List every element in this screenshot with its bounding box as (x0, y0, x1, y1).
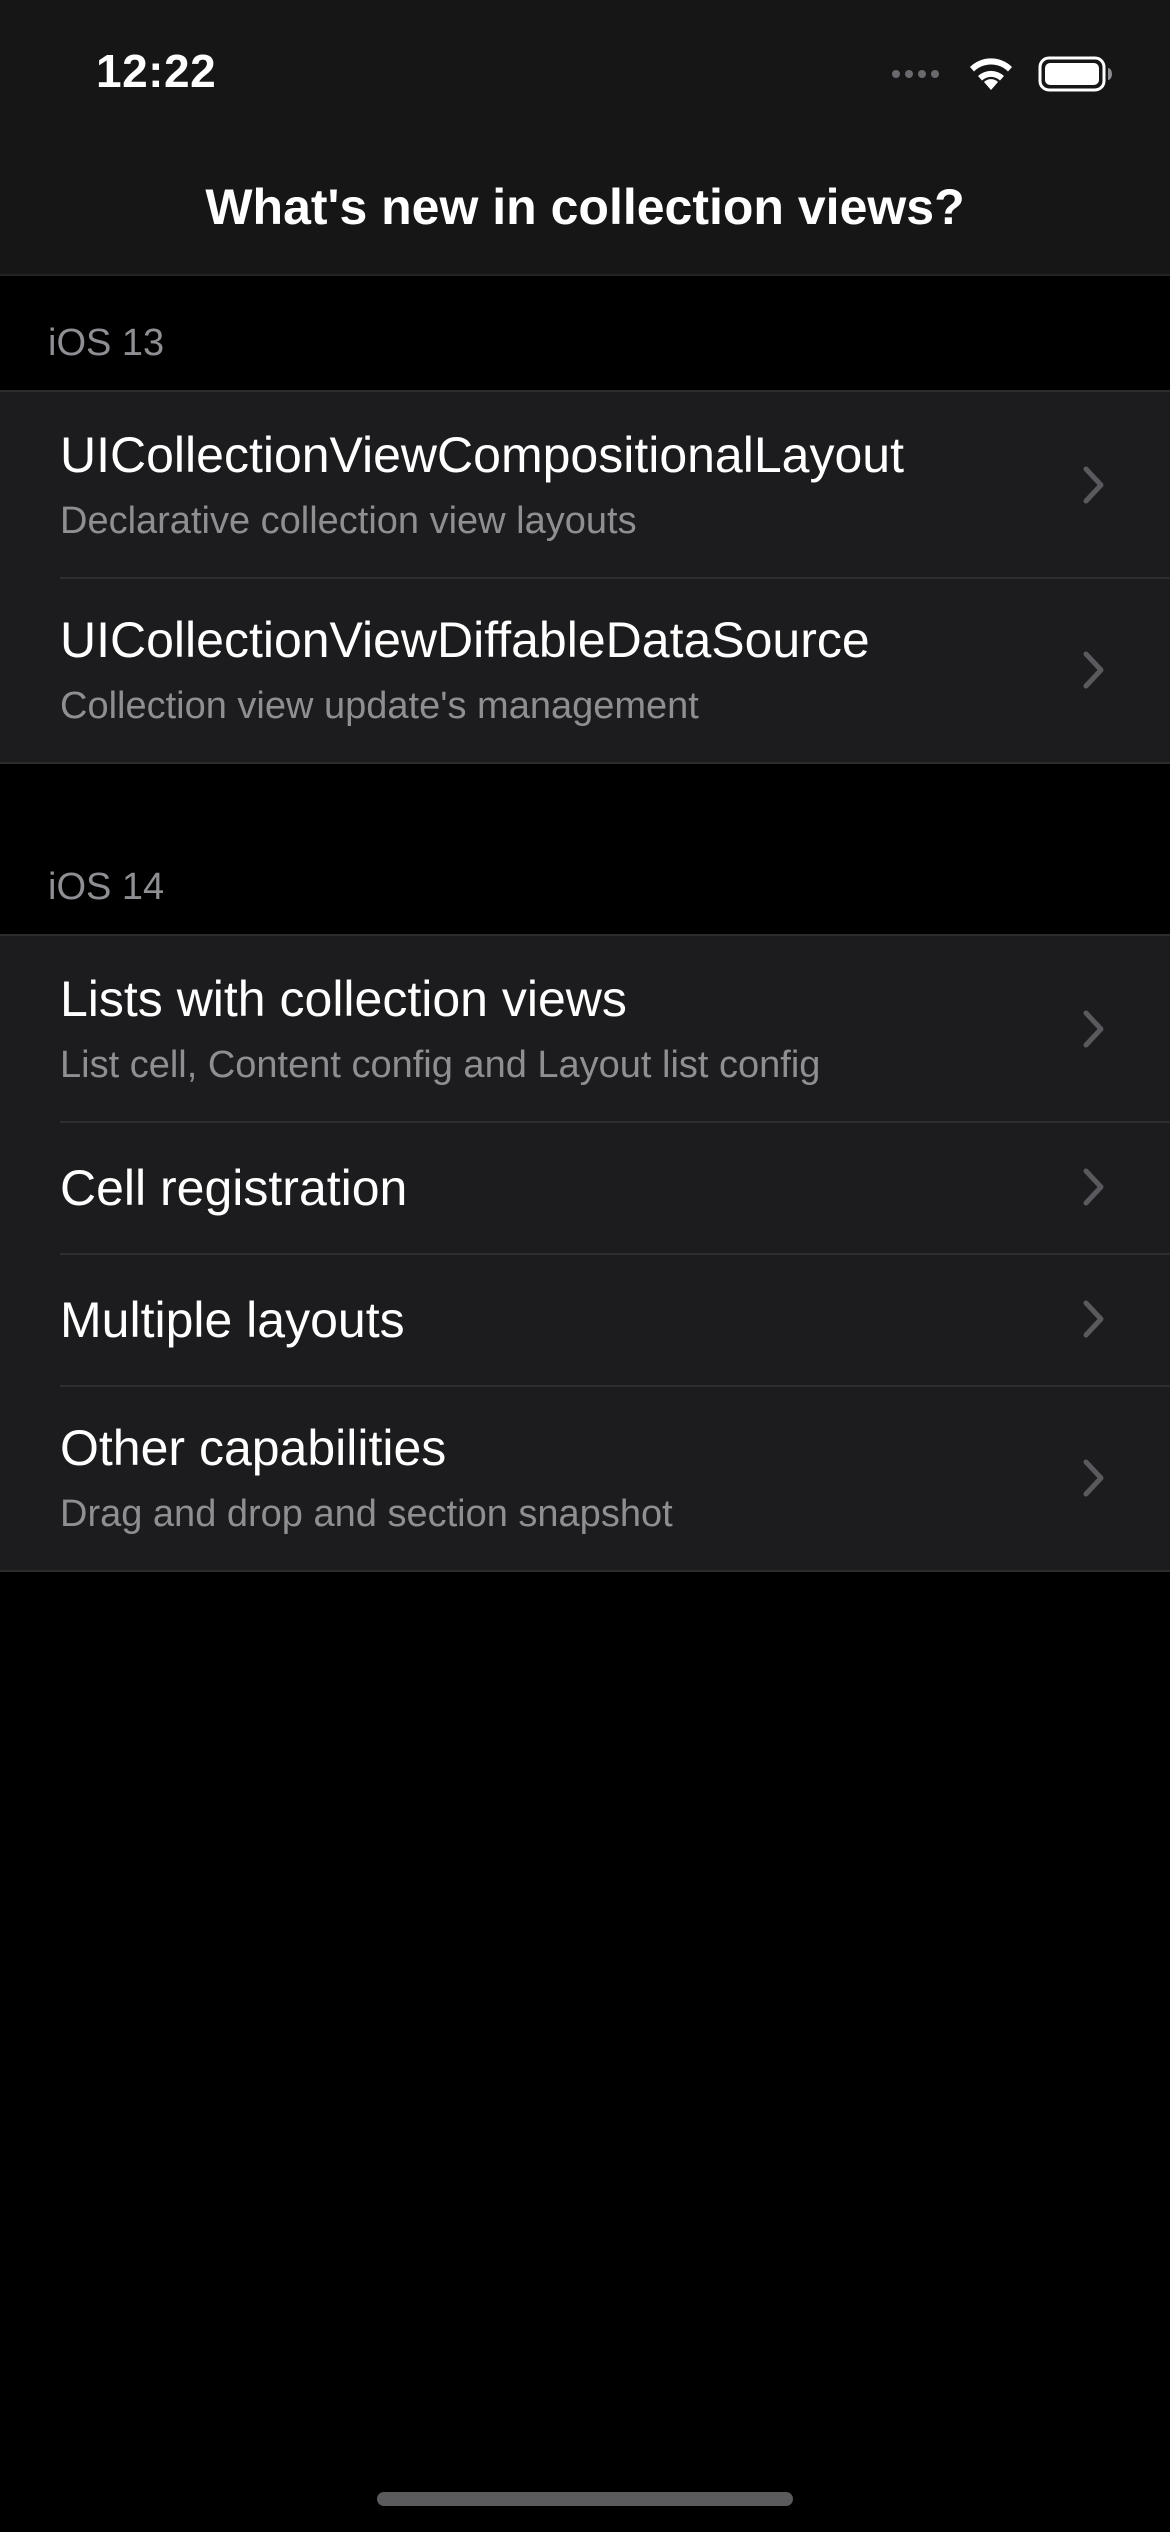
list-item-diffable-data-source[interactable]: UICollectionViewDiffableDataSource Colle… (0, 577, 1170, 762)
list-item-multiple-layouts[interactable]: Multiple layouts (0, 1253, 1170, 1385)
section-group-ios-14: Lists with collection views List cell, C… (0, 934, 1170, 1572)
chevron-right-icon (1083, 1459, 1104, 1496)
list-item-cell-registration[interactable]: Cell registration (0, 1121, 1170, 1253)
wifi-icon (970, 58, 1012, 90)
chevron-right-icon (1083, 1010, 1104, 1047)
list-item-subtitle: Collection view update's management (60, 685, 699, 727)
list-item-title: UICollectionViewDiffableDataSource (60, 612, 870, 668)
list-item-compositional-layout[interactable]: UICollectionViewCompositionalLayout Decl… (0, 392, 1170, 577)
list-item-subtitle: Drag and drop and section snapshot (60, 1493, 673, 1535)
section-header-ios-14: iOS 14 (48, 866, 165, 908)
section-group-ios-13: UICollectionViewCompositionalLayout Decl… (0, 390, 1170, 764)
status-indicators (892, 54, 1114, 94)
home-indicator[interactable] (377, 2492, 793, 2506)
navigation-bar: 12:22 What's new in collection views? (0, 0, 1170, 276)
chevron-right-icon (1083, 651, 1104, 688)
signal-icon (892, 70, 944, 78)
section-header-ios-13: iOS 13 (48, 322, 165, 364)
status-time: 12:22 (96, 45, 217, 97)
battery-icon (1038, 56, 1112, 92)
list-item-title: Other capabilities (60, 1420, 447, 1476)
list-item-subtitle: List cell, Content config and Layout lis… (60, 1044, 821, 1086)
app-screen: 12:22 What's new in collection views? iO… (0, 0, 1170, 2532)
list-item-title: Multiple layouts (60, 1292, 405, 1348)
list-item-subtitle: Declarative collection view layouts (60, 500, 637, 542)
list-item-lists-with-collection-views[interactable]: Lists with collection views List cell, C… (0, 936, 1170, 1121)
list-item-title: Lists with collection views (60, 971, 627, 1027)
chevron-right-icon (1083, 1168, 1104, 1206)
page-title: What's new in collection views? (205, 179, 965, 235)
list-item-other-capabilities[interactable]: Other capabilities Drag and drop and sec… (0, 1385, 1170, 1570)
chevron-right-icon (1083, 1300, 1104, 1338)
list-item-title: UICollectionViewCompositionalLayout (60, 427, 904, 483)
chevron-right-icon (1083, 466, 1104, 503)
list-item-title: Cell registration (60, 1160, 408, 1216)
